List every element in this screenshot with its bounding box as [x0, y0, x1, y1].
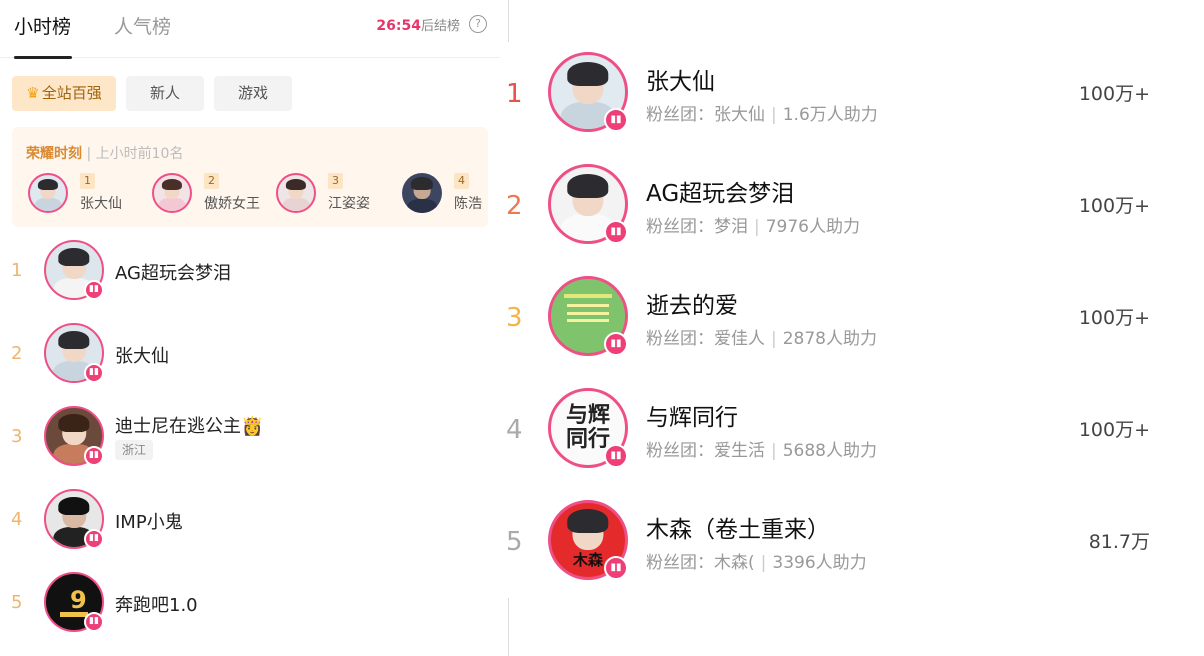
list-item[interactable]: 2 ▮▮ AG超玩会梦泪 粉丝团：梦泪 | 7976人助力 100万+	[500, 164, 1204, 254]
glory-header: 荣耀时刻 | 上小时前10名	[26, 146, 184, 162]
divider	[508, 0, 509, 42]
glory-name: 张大仙	[80, 196, 122, 212]
rank-number: 3	[506, 303, 523, 333]
glory-name: 江姿姿	[328, 196, 370, 212]
live-bars-icon: ▮▮	[604, 444, 628, 468]
glory-rank: 4	[454, 173, 469, 189]
live-bars-icon: ▮▮	[604, 220, 628, 244]
live-bars-icon: ▮▮	[604, 332, 628, 356]
assist-count: 1.6万人助力	[782, 105, 878, 125]
rank-number: 1	[11, 260, 23, 281]
countdown: 26:54后结榜	[376, 15, 460, 34]
location-tag: 浙江	[115, 440, 154, 460]
list-item[interactable]: 3 ▮▮ 迪士尼在逃公主👸 浙江	[0, 406, 500, 470]
tab-hourly[interactable]: 小时榜	[14, 12, 71, 39]
filter-top100-button[interactable]: ♛ 全站百强	[12, 76, 116, 111]
rank-number: 5	[506, 527, 523, 557]
help-icon[interactable]: ?	[469, 15, 487, 33]
rank-number: 2	[506, 191, 523, 221]
avatar	[276, 173, 316, 213]
rank-number: 4	[506, 415, 523, 445]
streamer-name: 木森（卷土重来）	[646, 517, 830, 543]
glory-rank: 2	[204, 173, 219, 189]
assist-count: 7976人助力	[765, 217, 860, 237]
fan-club: 粉丝团：梦泪	[646, 217, 748, 237]
avatar	[402, 173, 442, 213]
fan-info: 粉丝团：张大仙 | 1.6万人助力	[646, 105, 878, 125]
glory-rank: 3	[328, 173, 343, 189]
score: 81.7万	[1088, 531, 1150, 553]
rank-number: 4	[11, 509, 23, 530]
assist-count: 3396人助力	[772, 553, 867, 573]
avatar-calligraphy: 与辉同行	[565, 402, 610, 452]
tab-bar: 小时榜 人气榜 26:54后结榜 ?	[0, 0, 500, 59]
fan-info: 粉丝团：木森(| 3396人助力	[646, 553, 867, 573]
streamer-name: IMP小鬼	[115, 512, 183, 533]
active-tab-indicator	[14, 56, 72, 59]
assist-count: 2878人助力	[782, 329, 877, 349]
streamer-name: 张大仙	[646, 69, 715, 95]
avatar	[152, 173, 192, 213]
glory-subtitle: 上小时前10名	[95, 146, 184, 162]
streamer-name: 奔跑吧1.0	[115, 595, 198, 616]
score: 100万+	[1078, 195, 1150, 217]
rank-number: 1	[506, 79, 523, 109]
fan-club: 粉丝团：爱生活	[646, 441, 765, 461]
live-bars-icon: ▮▮	[84, 612, 104, 632]
avatar	[28, 173, 68, 213]
live-bars-icon: ▮▮	[604, 108, 628, 132]
rank-number: 5	[11, 592, 23, 613]
fan-info: 粉丝团：爱佳人 | 2878人助力	[646, 329, 877, 349]
streamer-name: 张大仙	[115, 346, 169, 367]
streamer-name: AG超玩会梦泪	[646, 181, 795, 207]
glory-title: 荣耀时刻	[26, 146, 82, 162]
crown-icon: ♛	[26, 84, 40, 102]
countdown-suffix: 后结榜	[420, 19, 460, 34]
assist-count: 5688人助力	[782, 441, 877, 461]
live-bars-icon: ▮▮	[84, 446, 104, 466]
live-bars-icon: ▮▮	[84, 529, 104, 549]
left-panel: 小时榜 人气榜 26:54后结榜 ? ♛ 全站百强 新人 游戏 荣耀时刻 | 上小…	[0, 0, 500, 656]
rank-number: 2	[11, 343, 23, 364]
score: 100万+	[1078, 307, 1150, 329]
fan-info: 粉丝团：梦泪 | 7976人助力	[646, 217, 860, 237]
countdown-time: 26:54	[376, 18, 421, 34]
list-item[interactable]: 2 ▮▮ 张大仙	[0, 323, 500, 387]
list-item[interactable]: 4 与辉同行 ▮▮ 与辉同行 粉丝团：爱生活 | 5688人助力 100万+	[500, 388, 1204, 478]
fan-club: 粉丝团：张大仙	[646, 105, 765, 125]
live-bars-icon: ▮▮	[84, 280, 104, 300]
fan-club: 粉丝团：爱佳人	[646, 329, 765, 349]
leaderboard-screen: 小时榜 人气榜 26:54后结榜 ? ♛ 全站百强 新人 游戏 荣耀时刻 | 上小…	[0, 0, 1204, 656]
list-item[interactable]: 5 木森 ▮▮ 木森（卷土重来） 粉丝团：木森(| 3396人助力 81.7万	[500, 500, 1204, 590]
streamer-name: 迪士尼在逃公主👸	[115, 416, 264, 437]
list-item[interactable]: 4 ▮▮ IMP小鬼	[0, 489, 500, 553]
glory-name: 陈浩	[454, 196, 482, 212]
filter-game-button[interactable]: 游戏	[214, 76, 292, 111]
glory-moment-card[interactable]: 荣耀时刻 | 上小时前10名 1 张大仙 2 傲娇女王 3 江姿姿 4 陈浩	[12, 127, 488, 227]
fan-info: 粉丝团：爱生活 | 5688人助力	[646, 441, 877, 461]
streamer-name: AG超玩会梦泪	[115, 263, 231, 284]
list-item[interactable]: 1 ▮▮ 张大仙 粉丝团：张大仙 | 1.6万人助力 100万+	[500, 52, 1204, 142]
streamer-name: 逝去的爱	[646, 293, 738, 319]
live-bars-icon: ▮▮	[84, 363, 104, 383]
svg-text:9: 9	[70, 586, 87, 614]
list-item[interactable]: 5 9 ▮▮ 奔跑吧1.0	[0, 572, 500, 636]
filter-newcomer-button[interactable]: 新人	[126, 76, 204, 111]
glory-name: 傲娇女王	[204, 196, 260, 212]
filter-top100-label: 全站百强	[41, 84, 102, 102]
score: 100万+	[1078, 419, 1150, 441]
streamer-name: 与辉同行	[646, 405, 738, 431]
tab-popularity[interactable]: 人气榜	[114, 12, 171, 39]
score: 100万+	[1078, 83, 1150, 105]
list-item[interactable]: 1 ▮▮ AG超玩会梦泪	[0, 240, 500, 304]
fan-club: 粉丝团：木森(	[646, 553, 755, 573]
list-item[interactable]: 3 ▮▮ 逝去的爱 粉丝团：爱佳人 | 2878人助力 100万+	[500, 276, 1204, 366]
divider	[508, 598, 509, 656]
glory-rank: 1	[80, 173, 95, 189]
live-bars-icon: ▮▮	[604, 556, 628, 580]
rank-number: 3	[11, 426, 23, 447]
